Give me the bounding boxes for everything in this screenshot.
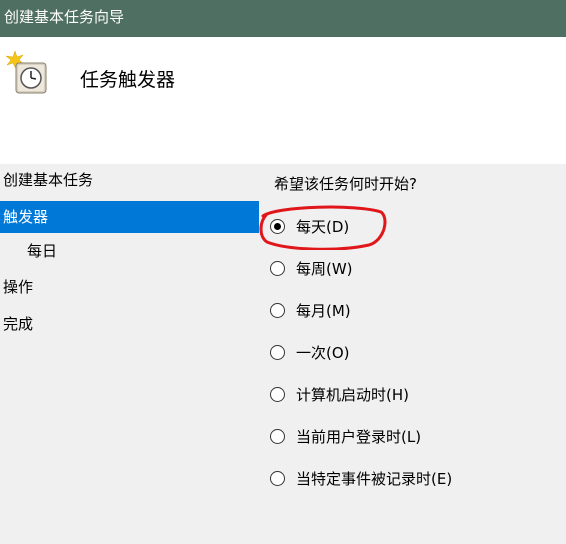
step-daily[interactable]: 每日 <box>0 235 259 267</box>
option-daily-label: 每天(D) <box>296 217 350 236</box>
trigger-options-panel: 希望该任务何时开始? 每天(D) 每周(W) 每月(M) 一次(O) 计算机启动… <box>262 164 566 544</box>
page-title: 任务触发器 <box>80 69 176 91</box>
option-at-startup-label: 计算机启动时(H) <box>296 385 409 404</box>
radio-at-startup[interactable] <box>270 386 285 402</box>
option-on-event[interactable]: 当特定事件被记录时(E) <box>270 464 452 492</box>
step-action[interactable]: 操作 <box>0 271 259 303</box>
step-trigger[interactable]: 触发器 <box>0 201 259 233</box>
wizard-header: 任务触发器 <box>0 37 566 164</box>
radio-monthly[interactable] <box>270 302 285 318</box>
option-once-label: 一次(O) <box>296 343 350 362</box>
option-daily[interactable]: 每天(D) <box>270 212 349 240</box>
option-once[interactable]: 一次(O) <box>270 338 350 366</box>
radio-once[interactable] <box>270 344 285 360</box>
option-at-startup[interactable]: 计算机启动时(H) <box>270 380 409 408</box>
radio-at-logon[interactable] <box>270 428 285 444</box>
radio-daily[interactable] <box>270 218 285 234</box>
step-finish[interactable]: 完成 <box>0 308 259 340</box>
option-monthly-label: 每月(M) <box>296 301 351 320</box>
step-create-basic-task[interactable]: 创建基本任务 <box>0 164 259 196</box>
option-weekly-label: 每周(W) <box>296 259 353 278</box>
question-label: 希望该任务何时开始? <box>274 175 417 193</box>
radio-on-event[interactable] <box>270 470 285 486</box>
window-titlebar: 创建基本任务向导 <box>0 0 566 37</box>
wizard-steps: 创建基本任务 触发器 每日 操作 完成 <box>0 164 262 544</box>
window-title: 创建基本任务向导 <box>4 8 125 26</box>
option-weekly[interactable]: 每周(W) <box>270 254 353 282</box>
radio-weekly[interactable] <box>270 260 285 276</box>
option-at-logon[interactable]: 当前用户登录时(L) <box>270 422 421 450</box>
option-at-logon-label: 当前用户登录时(L) <box>296 427 422 446</box>
clock-task-icon <box>5 50 47 94</box>
option-monthly[interactable]: 每月(M) <box>270 296 351 324</box>
option-on-event-label: 当特定事件被记录时(E) <box>296 469 453 488</box>
